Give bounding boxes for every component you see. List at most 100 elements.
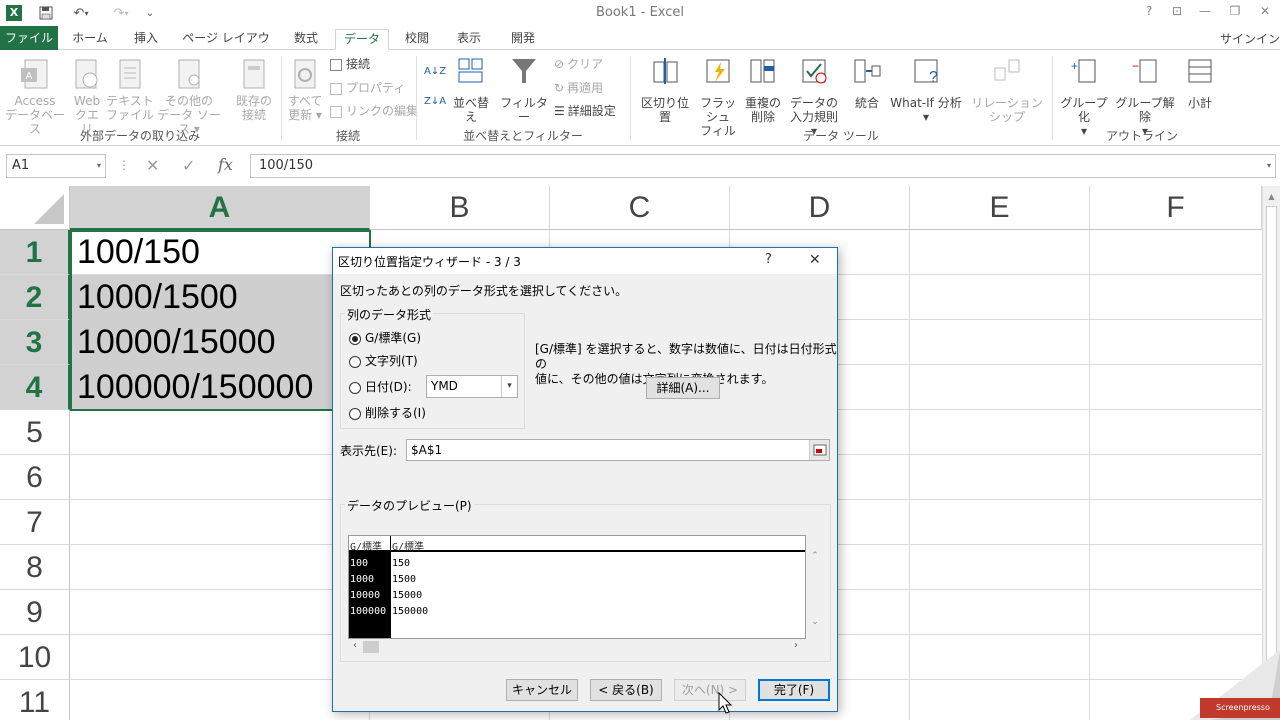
row-header-1[interactable]: 1 xyxy=(0,230,70,275)
preview-scroll-left-icon[interactable]: ‹ xyxy=(353,640,357,651)
tab-home[interactable]: ホーム xyxy=(64,29,116,50)
subtotal-button[interactable]: 小計 xyxy=(1180,56,1220,110)
minimize-button[interactable]: — xyxy=(1194,4,1216,22)
refresh-all-button[interactable]: すべて 更新 ▾ xyxy=(286,58,324,122)
cell-a4[interactable]: 100000/150000 xyxy=(71,365,369,410)
tab-developer[interactable]: 開発 xyxy=(500,29,546,50)
dialog-close-button[interactable]: ✕ xyxy=(809,252,821,268)
ungroup-button[interactable]: − グループ解除 ▾ xyxy=(1112,56,1178,138)
sort-ascending-button[interactable]: A↓Z xyxy=(424,62,446,82)
cancel-button[interactable]: キャンセル xyxy=(506,679,578,701)
name-box[interactable]: A1 ▾ xyxy=(6,154,106,178)
preview-scroll-thumb[interactable] xyxy=(363,641,379,653)
column-header-d[interactable]: D xyxy=(730,186,910,230)
back-button[interactable]: < 戻る(B) xyxy=(590,679,662,701)
radio-text[interactable]: 文字列(T) xyxy=(349,352,418,370)
sort-descending-button[interactable]: Z↓A xyxy=(424,92,446,112)
row-header-5[interactable]: 5 xyxy=(0,410,70,455)
expand-formula-bar-icon[interactable]: ▾ xyxy=(1267,155,1271,177)
what-if-analysis-button[interactable]: ? What-If 分析 ▾ xyxy=(888,56,964,124)
enter-entry-icon[interactable]: ✓ xyxy=(182,156,195,175)
preview-header-1[interactable]: G/標準 xyxy=(350,538,382,553)
tab-view[interactable]: 表示 xyxy=(446,29,492,50)
preview-scroll-right-icon[interactable]: › xyxy=(794,640,798,651)
advanced-button[interactable]: 詳細(A)... xyxy=(646,377,720,399)
finish-button[interactable]: 完了(F) xyxy=(758,679,830,701)
destination-input[interactable]: $A$1 xyxy=(406,439,830,461)
cell-a2[interactable]: 1000/1500 xyxy=(71,275,369,320)
edit-links-button[interactable]: リンクの編集 xyxy=(330,101,418,121)
advanced-filter-button[interactable]: ☰ 詳細設定 xyxy=(554,101,616,121)
preview-header-2[interactable]: G/標準 xyxy=(392,538,424,553)
tab-review[interactable]: 校閲 xyxy=(394,29,440,50)
text-file-button[interactable]: テキスト ファイル xyxy=(106,58,154,122)
column-header-b[interactable]: B xyxy=(370,186,550,230)
flash-fill-button[interactable]: フラッシュ フィル xyxy=(696,56,740,138)
row-header-9[interactable]: 9 xyxy=(0,590,70,635)
next-button[interactable]: 次へ(N) > xyxy=(674,679,746,701)
existing-connections-button[interactable]: 既存の 接続 xyxy=(232,58,276,122)
cell-a3[interactable]: 10000/15000 xyxy=(71,320,369,365)
radio-general[interactable]: G/標準(G) xyxy=(349,329,421,347)
formula-input[interactable]: 100/150 ▾ xyxy=(250,154,1276,178)
tab-data[interactable]: データ xyxy=(335,29,389,50)
row-header-2[interactable]: 2 xyxy=(0,275,70,320)
consolidate-button[interactable]: 統合 xyxy=(848,56,886,110)
filter-button[interactable]: フィルター xyxy=(500,56,548,124)
column-header-c[interactable]: C xyxy=(550,186,730,230)
group-button[interactable]: + グループ化 ▾ xyxy=(1056,56,1112,138)
row-header-7[interactable]: 7 xyxy=(0,500,70,545)
ribbon-display-options-button[interactable]: ⊡ xyxy=(1166,4,1188,22)
column-header-e[interactable]: E xyxy=(910,186,1090,230)
date-format-dropdown-icon[interactable]: ▾ xyxy=(501,376,517,397)
preview-vertical-scrollbar[interactable]: ⌃ ⌄ xyxy=(807,551,823,639)
column-header-a[interactable]: A xyxy=(70,186,370,230)
svg-text:+: + xyxy=(1071,59,1078,73)
radio-date[interactable]: 日付(D): xyxy=(349,378,412,396)
cell-a1[interactable]: 100/150 xyxy=(71,230,369,275)
tab-formulas[interactable]: 数式 xyxy=(282,29,330,50)
vertical-scrollbar[interactable]: ▲ xyxy=(1262,186,1280,720)
insert-function-icon[interactable]: fx xyxy=(218,155,233,174)
close-window-button[interactable]: ✕ xyxy=(1254,4,1276,22)
connections-button[interactable]: 接続 xyxy=(330,54,370,74)
text-to-columns-button[interactable]: 区切り位置 xyxy=(636,56,694,124)
row-header-4[interactable]: 4 xyxy=(0,365,70,410)
sort-button[interactable]: 並べ替え xyxy=(448,56,494,124)
sign-in-link[interactable]: サインイン xyxy=(1220,30,1280,47)
properties-button[interactable]: プロパティ xyxy=(330,78,405,98)
clear-filter-button[interactable]: ⊘ クリア xyxy=(554,54,603,74)
scroll-up-icon[interactable]: ▲ xyxy=(1263,192,1280,201)
row-header-8[interactable]: 8 xyxy=(0,545,70,590)
preview-horizontal-scrollbar[interactable]: ‹ › xyxy=(348,639,806,655)
restore-button[interactable]: ❐ xyxy=(1224,4,1246,22)
tab-file[interactable]: ファイル xyxy=(0,26,58,50)
remove-duplicates-button[interactable]: 重複の 削除 xyxy=(742,56,784,124)
column-header-f[interactable]: F xyxy=(1090,186,1262,230)
name-box-dropdown-icon[interactable]: ▾ xyxy=(97,155,101,177)
scrollbar-thumb[interactable] xyxy=(1266,206,1277,666)
row-header-6[interactable]: 6 xyxy=(0,455,70,500)
relationships-button[interactable]: リレーションシップ xyxy=(966,56,1048,124)
tab-insert[interactable]: 挿入 xyxy=(122,29,170,50)
row-header-3[interactable]: 3 xyxy=(0,320,70,365)
select-all-button[interactable] xyxy=(0,186,70,230)
row-header-10[interactable]: 10 xyxy=(0,635,70,680)
web-query-button[interactable]: Web クエリ xyxy=(70,58,104,136)
data-validation-button[interactable]: データの 入力規則 ▾ xyxy=(786,56,842,138)
collapse-dialog-icon[interactable] xyxy=(809,440,829,460)
reapply-button[interactable]: ↻ 再適用 xyxy=(554,78,603,98)
cancel-entry-icon[interactable]: ✕ xyxy=(146,156,159,175)
radio-skip[interactable]: 削除する(I) xyxy=(349,404,426,422)
preview-scroll-down-icon[interactable]: ⌄ xyxy=(807,617,823,627)
dialog-help-button[interactable]: ? xyxy=(765,252,772,267)
advanced-filter-icon: ☰ xyxy=(554,104,565,118)
tab-page-layout[interactable]: ページ レイアウト xyxy=(178,29,274,63)
preview-scroll-up-icon[interactable]: ⌃ xyxy=(807,551,823,561)
data-preview[interactable]: G/標準 G/標準 100 1000 10000 100000 150 1500 1500… xyxy=(348,535,806,639)
help-button[interactable]: ? xyxy=(1138,4,1160,22)
row-header-11[interactable]: 11 xyxy=(0,680,70,720)
access-database-button[interactable]: A Access データベース xyxy=(4,58,66,136)
other-sources-button[interactable]: その他の データ ソース ▾ xyxy=(156,58,222,136)
date-format-select[interactable]: YMD ▾ xyxy=(426,375,518,398)
